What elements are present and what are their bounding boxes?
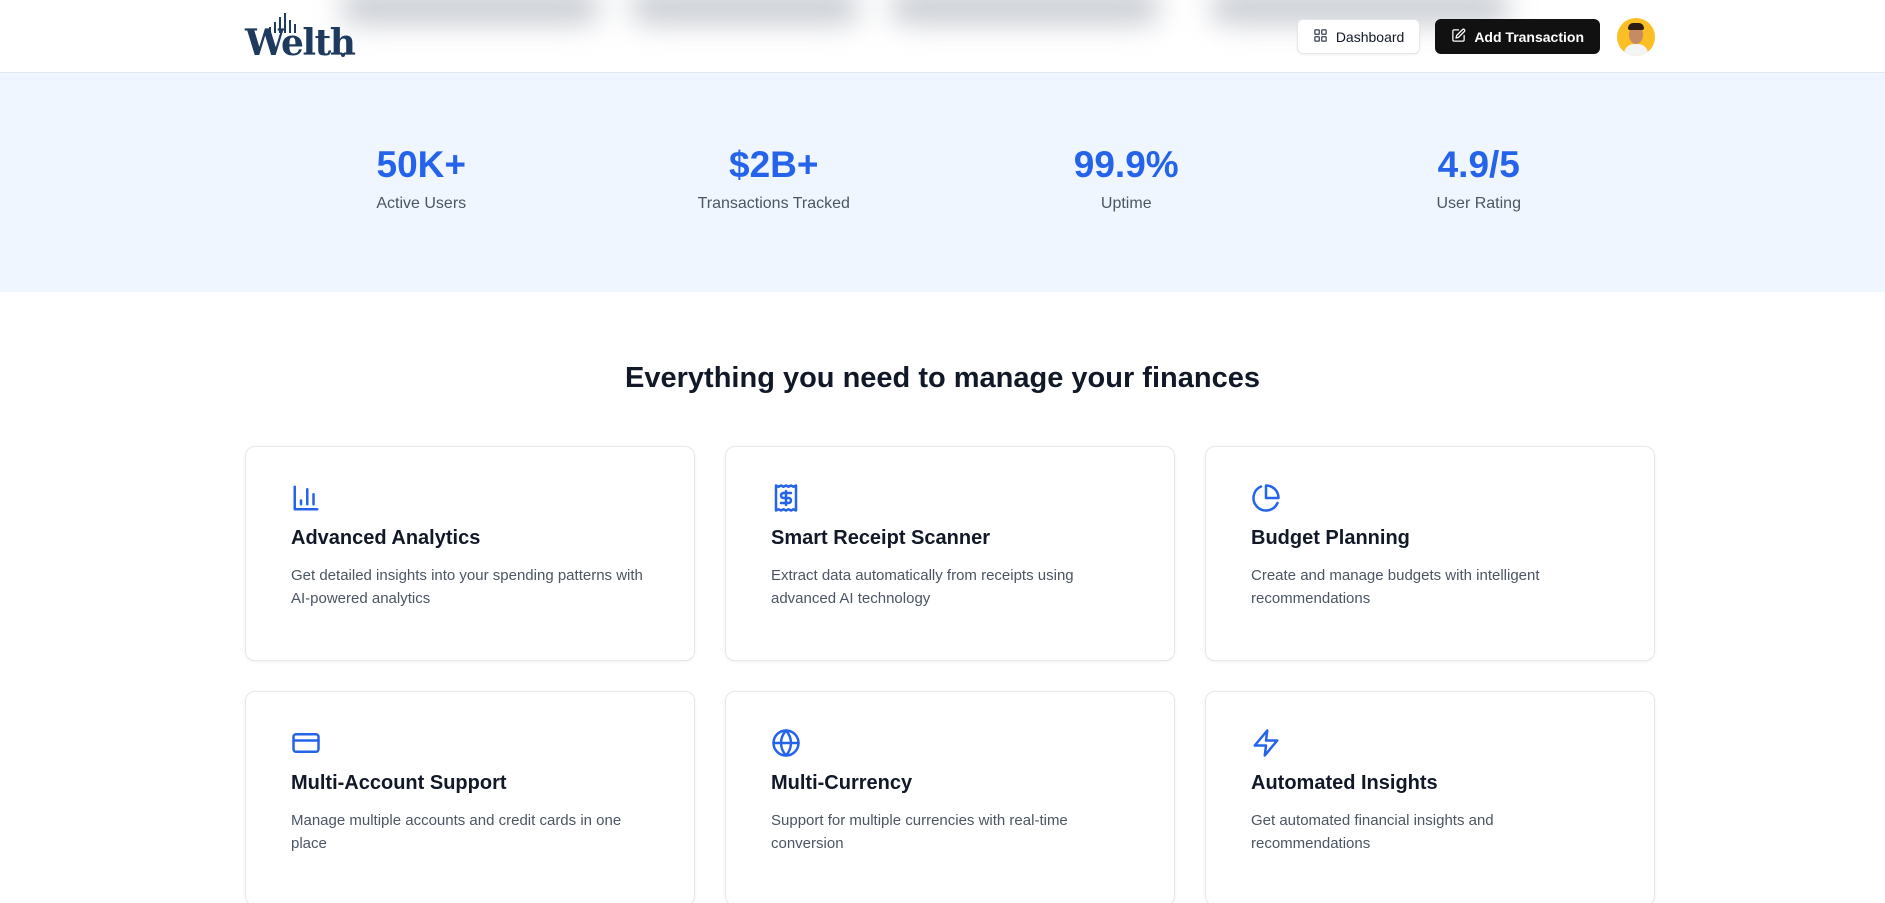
user-avatar[interactable]	[1617, 17, 1655, 56]
feature-description: Manage multiple accounts and credit card…	[291, 812, 622, 852]
zap-icon	[1251, 728, 1281, 758]
feature-card-smart-receipt-scanner[interactable]: Smart Receipt Scanner Extract data autom…	[725, 446, 1175, 661]
add-transaction-button-label: Add Transaction	[1474, 28, 1584, 45]
feature-title: Multi-Currency	[771, 772, 913, 794]
stat-value: 4.9/5	[1437, 144, 1520, 185]
logo-bars-icon	[269, 12, 296, 33]
feature-description: Extract data automatically from receipts…	[771, 567, 1074, 607]
dashboard-button-label: Dashboard	[1335, 28, 1405, 45]
feature-title: Advanced Analytics	[291, 527, 481, 549]
feature-card-multi-currency[interactable]: Multi-Currency Support for multiple curr…	[725, 691, 1175, 903]
stat-transactions-tracked: $2B+ Transactions Tracked	[598, 73, 951, 292]
site-header: Welth Dashboard Add Transaction	[0, 0, 1885, 73]
stat-value: 50K+	[376, 144, 466, 185]
feature-title: Smart Receipt Scanner	[771, 527, 990, 549]
feature-title: Multi-Account Support	[291, 772, 507, 794]
feature-description: Get automated financial insights and rec…	[1251, 812, 1494, 852]
stat-value: 99.9%	[1073, 144, 1179, 185]
dashboard-button[interactable]: Dashboard	[1296, 19, 1421, 54]
logo-dot	[341, 52, 345, 57]
stat-label: Uptime	[1100, 195, 1152, 212]
receipt-icon	[771, 483, 801, 513]
stat-label: Active Users	[376, 195, 467, 212]
feature-title: Automated Insights	[1251, 772, 1438, 794]
feature-description: Create and manage budgets with intellige…	[1251, 567, 1540, 607]
feature-card-budget-planning[interactable]: Budget Planning Create and manage budget…	[1205, 446, 1655, 661]
globe-icon	[771, 728, 801, 758]
pen-square-icon	[1451, 28, 1466, 46]
logo-text: Welth	[245, 21, 356, 64]
feature-card-advanced-analytics[interactable]: Advanced Analytics Get detailed insights…	[245, 446, 695, 661]
feature-card-automated-insights[interactable]: Automated Insights Get automated financi…	[1205, 691, 1655, 903]
add-transaction-button[interactable]: Add Transaction	[1435, 19, 1600, 54]
stat-value: $2B+	[729, 144, 819, 185]
feature-card-multi-account-support[interactable]: Multi-Account Support Manage multiple ac…	[245, 691, 695, 903]
stat-label: User Rating	[1436, 195, 1521, 212]
credit-card-icon	[291, 728, 321, 758]
pie-chart-icon	[1251, 483, 1281, 513]
stats-section: 50K+ Active Users $2B+ Transactions Trac…	[0, 73, 1885, 292]
stat-active-users: 50K+ Active Users	[245, 73, 598, 292]
stat-user-rating: 4.9/5 User Rating	[1303, 73, 1656, 292]
stat-uptime: 99.9% Uptime	[950, 73, 1303, 292]
layout-dashboard-icon	[1313, 28, 1328, 46]
bar-chart-icon	[291, 483, 321, 513]
stat-label: Transactions Tracked	[697, 195, 850, 212]
welth-logo[interactable]: Welth	[245, 12, 356, 61]
feature-description: Get detailed insights into your spending…	[291, 567, 643, 607]
features-heading: Everything you need to manage your finan…	[625, 362, 1260, 394]
feature-description: Support for multiple currencies with rea…	[771, 812, 1068, 852]
features-grid: Advanced Analytics Get detailed insights…	[245, 446, 1655, 903]
feature-title: Budget Planning	[1251, 527, 1410, 549]
